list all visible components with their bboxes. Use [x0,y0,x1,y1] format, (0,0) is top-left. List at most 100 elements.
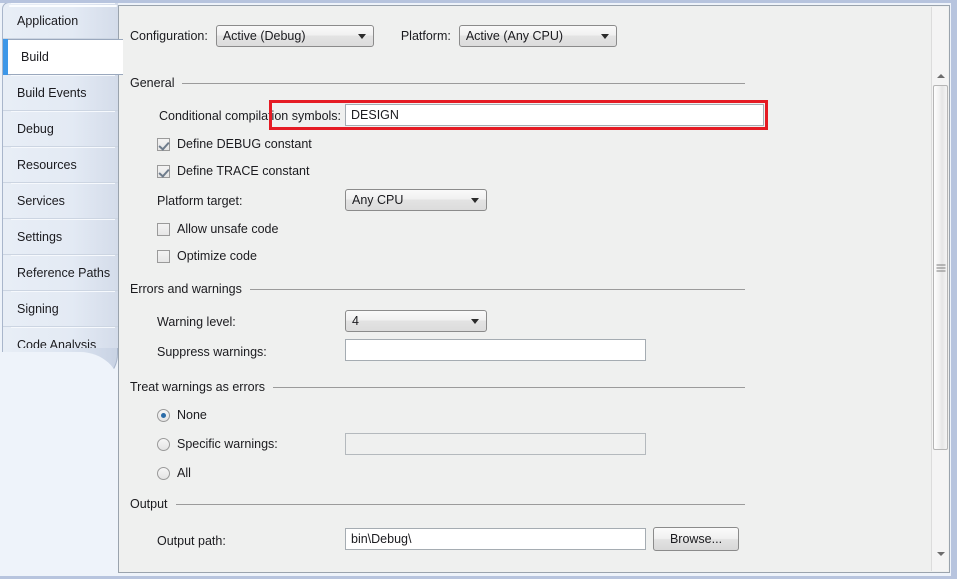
tab-separator [11,3,115,4]
build-settings-panel: Configuration: Active (Debug) Platform: … [118,5,950,573]
sidebar-item-settings[interactable]: Settings [3,219,119,255]
platform-target-value: Any CPU [352,193,404,207]
suppress-warnings-input[interactable] [345,339,646,361]
sidebar-item-debug[interactable]: Debug [3,111,119,147]
sidebar-item-application[interactable]: Application [3,3,119,39]
conditional-symbols-label: Conditional compilation symbols: [159,109,342,123]
sidebar-item-signing[interactable]: Signing [3,291,119,327]
platform-target-select[interactable]: Any CPU [345,189,487,211]
define-debug-label: Define DEBUG constant [177,137,312,151]
optimize-code-checkbox[interactable]: Optimize code [157,249,257,263]
treat-warnings-group-header: Treat warnings as errors [130,380,745,394]
sidebar-item-label: Build [21,50,49,64]
sidebar-item-build[interactable]: Build [3,39,123,75]
sidebar-item-label: Resources [17,157,77,172]
chevron-down-icon [471,198,479,203]
errors-warnings-group-title: Errors and warnings [130,282,242,296]
output-group-title: Output [130,497,168,511]
treat-warnings-all-label: All [177,466,191,480]
treat-warnings-group-title: Treat warnings as errors [130,380,265,394]
browse-button-label: Browse... [669,532,723,546]
suppress-warnings-label: Suppress warnings: [157,345,267,359]
build-settings-content: Configuration: Active (Debug) Platform: … [119,6,949,572]
triangle-up-icon [936,73,945,78]
checkbox-icon [157,164,170,178]
treat-warnings-specific-label: Specific warnings: [177,437,278,451]
radio-icon [157,466,170,480]
tab-separator [11,75,115,76]
specific-warnings-input[interactable] [345,433,646,455]
allow-unsafe-code-checkbox[interactable]: Allow unsafe code [157,222,278,236]
selected-tab-accent-bar [3,39,8,75]
define-trace-label: Define TRACE constant [177,164,310,178]
tab-separator [11,111,115,112]
warning-level-select[interactable]: 4 [345,310,487,332]
conditional-symbols-value: DESIGN [351,108,399,122]
general-group-header: General [130,76,745,90]
scrollbar-thumb[interactable] [933,85,948,450]
platform-label: Platform: [400,29,451,43]
output-group-header: Output [130,497,745,511]
group-rule [182,82,745,84]
platform-target-label: Platform target: [157,194,243,208]
allow-unsafe-label: Allow unsafe code [177,222,279,236]
configuration-select-value: Active (Debug) [222,29,306,43]
errors-warnings-group-header: Errors and warnings [130,282,745,296]
treat-warnings-none-label: None [177,408,207,422]
sidebar-item-label: Debug [17,121,54,136]
sidebar-item-label: Build Events [17,85,87,100]
triangle-down-icon [936,551,945,556]
tab-separator [11,327,115,328]
treat-warnings-none-radio[interactable]: None [157,408,207,422]
tab-separator [11,183,115,184]
define-trace-checkbox[interactable]: Define TRACE constant [157,164,309,178]
project-properties-window: Application Build Build Events Debug Res… [0,0,957,579]
platform-select-value: Active (Any CPU) [465,29,564,43]
sidebar-item-label: Settings [17,229,63,244]
output-path-label: Output path: [157,534,226,548]
properties-tab-strip: Application Build Build Events Debug Res… [2,2,123,352]
configuration-select[interactable]: Active (Debug) [215,25,374,47]
vertical-scrollbar[interactable] [931,7,948,571]
sidebar-item-label: Reference Paths [17,265,111,280]
chevron-down-icon [600,34,609,39]
tab-separator [11,147,115,148]
tab-separator [11,291,115,292]
sidebar-item-reference-paths[interactable]: Reference Paths [3,255,119,291]
conditional-symbols-input[interactable]: DESIGN [345,104,764,126]
warning-level-label: Warning level: [157,315,236,329]
platform-select[interactable]: Active (Any CPU) [458,25,617,47]
sidebar-item-label: Services [17,193,65,208]
define-debug-checkbox[interactable]: Define DEBUG constant [157,137,312,151]
tabstrip-fold-cover [2,352,120,392]
group-rule [249,288,745,290]
checkbox-icon [157,137,170,151]
general-group-title: General [130,76,175,90]
tab-separator [11,255,115,256]
scrollbar-grip-icon [936,264,945,271]
warning-level-value: 4 [352,314,359,328]
sidebar-item-resources[interactable]: Resources [3,147,119,183]
sidebar-item-label: Application [17,13,79,28]
configuration-row: Configuration: Active (Debug) Platform: … [130,25,617,47]
sidebar-item-services[interactable]: Services [3,183,119,219]
scroll-up-button[interactable] [932,67,949,84]
output-path-value: bin\Debug\ [351,532,412,546]
scroll-down-button[interactable] [932,545,949,562]
treat-warnings-specific-radio[interactable]: Specific warnings: [157,437,278,451]
sidebar-item-label: Signing [17,301,59,316]
chevron-down-icon [357,34,366,39]
treat-warnings-all-radio[interactable]: All [157,466,191,480]
checkbox-icon [157,222,170,236]
optimize-code-label: Optimize code [177,249,257,263]
group-rule [175,503,745,505]
checkbox-icon [157,249,170,263]
configuration-label: Configuration: [130,29,208,43]
radio-icon [157,408,170,422]
browse-button[interactable]: Browse... [653,527,739,551]
sidebar-item-build-events[interactable]: Build Events [3,75,119,111]
radio-icon [157,437,170,451]
chevron-down-icon [471,319,479,324]
tab-separator [11,219,115,220]
output-path-input[interactable]: bin\Debug\ [345,528,646,550]
